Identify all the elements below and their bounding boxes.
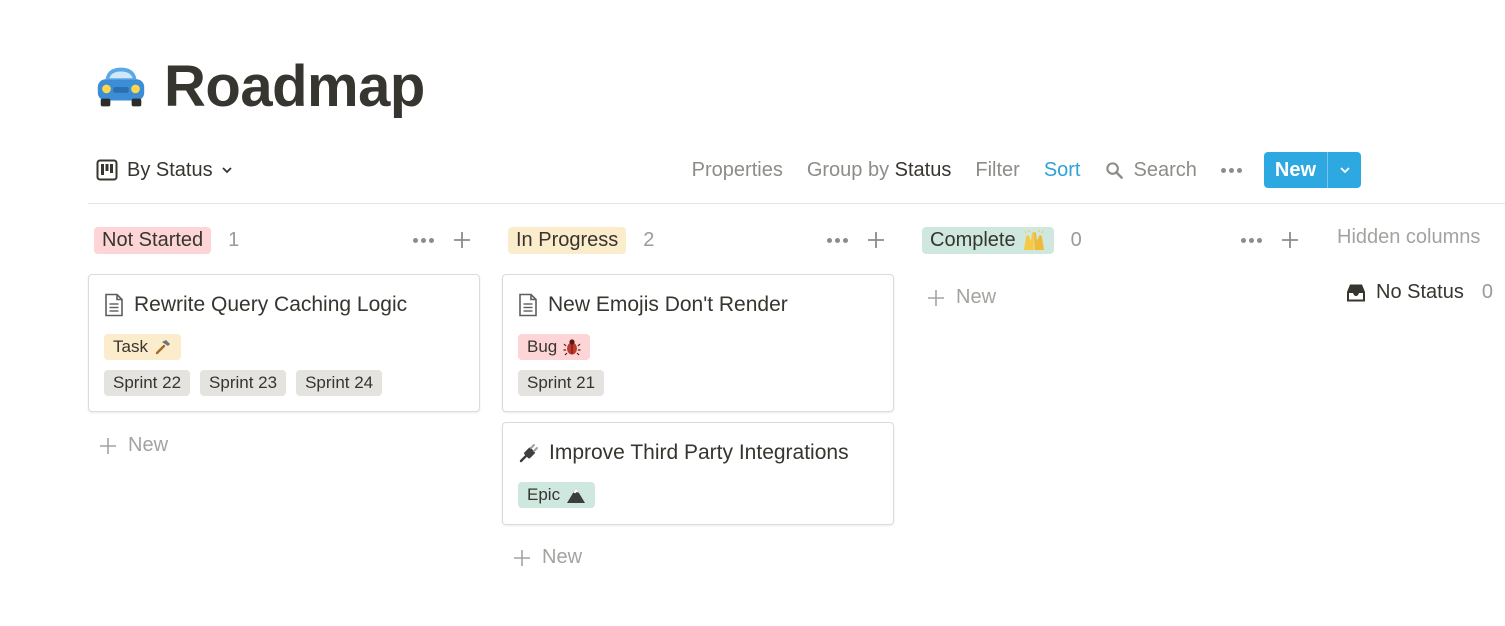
status-label[interactable]: Not Started <box>94 226 212 254</box>
new-button[interactable]: New <box>1263 152 1361 188</box>
page-title: Roadmap <box>164 54 425 119</box>
add-new-card-button[interactable]: New <box>512 546 582 569</box>
hidden-column-count: 0 <box>1481 281 1493 303</box>
plus-icon[interactable] <box>452 230 472 250</box>
page-icon <box>105 293 123 317</box>
view-selector[interactable]: By Status <box>96 159 234 182</box>
board-card[interactable]: Rewrite Query Caching Logic Task Sprint … <box>88 274 480 412</box>
group-by-value: Status <box>894 158 952 181</box>
new-button-label[interactable]: New <box>1264 152 1327 188</box>
chevron-down-icon <box>1339 167 1350 174</box>
plus-icon <box>514 549 530 566</box>
more-options-icon[interactable] <box>1220 167 1242 173</box>
board-view-icon <box>96 159 118 181</box>
plus-icon <box>928 289 944 306</box>
type-tag: Bug <box>518 334 591 360</box>
board-column-complete: Complete 0 New <box>916 222 1308 308</box>
search-label: Search <box>1133 158 1197 181</box>
sprint-tag: Sprint 21 <box>518 370 605 396</box>
column-more-icon[interactable] <box>827 237 848 243</box>
board-card[interactable]: Improve Third Party Integrations Epic <box>502 422 894 525</box>
column-count: 0 <box>1070 228 1082 251</box>
search-icon <box>1105 161 1123 179</box>
status-label[interactable]: In Progress <box>508 226 627 254</box>
group-by-prefix: Group by <box>806 158 890 181</box>
sprint-tag: Sprint 24 <box>296 370 383 396</box>
column-count: 1 <box>228 228 240 251</box>
properties-button[interactable]: Properties <box>692 159 783 182</box>
add-new-card-button[interactable]: New <box>98 434 168 457</box>
plus-icon[interactable] <box>866 230 886 250</box>
column-more-icon[interactable] <box>1241 237 1262 243</box>
sort-button[interactable]: Sort <box>1044 159 1081 182</box>
plus-icon[interactable] <box>1280 230 1300 250</box>
board-column-in-progress: In Progress 2 New Emojis Don't Render Bu… <box>502 222 894 568</box>
hidden-column-label: No Status <box>1376 281 1464 303</box>
column-header: Not Started 1 <box>88 222 480 258</box>
card-title-text: Improve Third Party Integrations <box>549 441 849 464</box>
card-title: Improve Third Party Integrations <box>518 438 878 468</box>
sprint-tag: Sprint 23 <box>200 370 287 396</box>
card-title: New Emojis Don't Render <box>518 290 878 320</box>
hidden-column-no-status[interactable]: No Status 0 <box>1345 281 1493 304</box>
status-label[interactable]: Complete <box>922 226 1054 254</box>
hidden-columns-panel: Hidden columns No Status 0 <box>1337 226 1505 303</box>
card-title-text: Rewrite Query Caching Logic <box>134 293 408 316</box>
column-count: 2 <box>643 228 655 251</box>
column-header: Complete 0 <box>916 222 1308 258</box>
toolbar-actions: Properties Group by Status Filter Sort S… <box>668 152 1361 188</box>
type-tag: Epic <box>518 482 596 508</box>
toolbar-divider <box>88 203 1505 204</box>
hidden-columns-title: Hidden columns <box>1337 226 1481 248</box>
column-more-icon[interactable] <box>413 237 434 243</box>
view-toolbar: By Status Properties Group by Status Fil… <box>96 150 1361 190</box>
bug-icon <box>563 339 581 356</box>
sprint-tag: Sprint 22 <box>104 370 191 396</box>
chevron-down-icon <box>221 167 232 174</box>
hammer-icon <box>155 340 170 355</box>
mountain-icon <box>567 488 586 503</box>
filter-button[interactable]: Filter <box>975 159 1019 182</box>
inbox-icon <box>1347 284 1365 301</box>
board-column-not-started: Not Started 1 Rewrite Query Caching Logi… <box>88 222 480 456</box>
raised-hands-icon <box>1023 230 1044 250</box>
page-icon <box>519 293 537 317</box>
new-button-dropdown[interactable] <box>1327 152 1361 188</box>
plus-icon <box>100 437 116 454</box>
search-button[interactable]: Search <box>1105 159 1197 182</box>
plug-icon <box>519 444 538 463</box>
type-tag: Task <box>104 334 181 360</box>
page-header: Roadmap <box>92 58 425 116</box>
column-header: In Progress 2 <box>502 222 894 258</box>
card-title-text: New Emojis Don't Render <box>548 293 788 316</box>
card-title: Rewrite Query Caching Logic <box>104 290 464 320</box>
view-label: By Status <box>127 158 213 181</box>
add-new-card-button[interactable]: New <box>926 286 996 309</box>
car-icon <box>97 67 145 107</box>
board-card[interactable]: New Emojis Don't Render Bug Sprint 21 <box>502 274 894 412</box>
group-by-button[interactable]: Group by Status <box>807 159 952 182</box>
